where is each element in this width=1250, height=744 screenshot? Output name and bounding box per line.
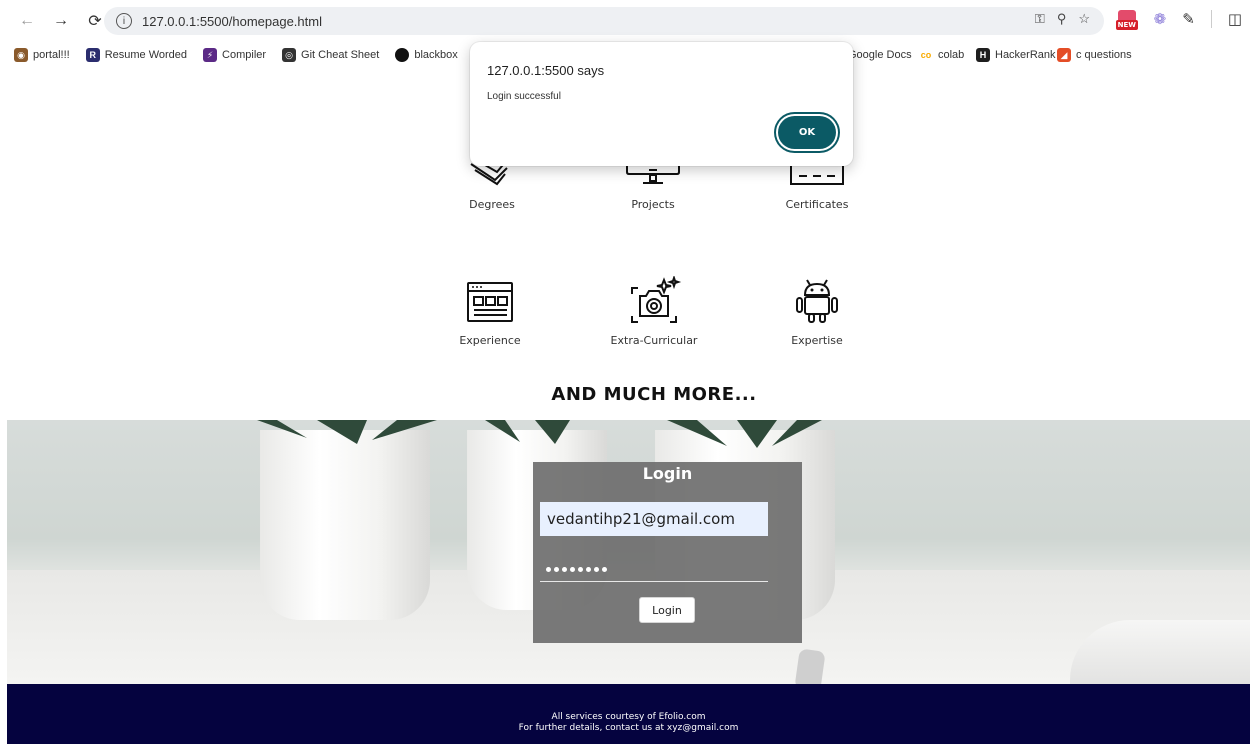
login-title: Login [642,464,693,483]
password-dot [594,567,599,572]
bookmark-label: c questions [1076,49,1132,61]
bookmark-label: HackerRank [995,49,1056,61]
login-form: Login vedantihp21@gmail.com Login [533,462,802,643]
bookmark-star-icon[interactable]: ☆ [1078,11,1090,27]
circle-icon [395,48,410,62]
password-dot [602,567,607,572]
feature-label: Expertise [791,334,843,347]
bookmark-item[interactable]: ⚡ Compiler [203,48,266,62]
feature-label: Extra-Curricular [610,334,698,347]
feature-label: Experience [459,334,521,347]
feature-experience[interactable]: Experience [410,280,570,347]
book-decoration [1070,620,1250,684]
pen-decoration [794,648,826,684]
plant-leaves [257,420,437,444]
cat-icon: ◉ [14,48,28,62]
extensions-puzzle-icon[interactable]: ✎ [1182,10,1195,28]
plant-pot [260,430,430,620]
zoom-icon[interactable]: ⚲ [1057,11,1067,27]
bookmark-item[interactable]: ◉ portal!!! [14,48,70,62]
password-dot [546,567,551,572]
bookmark-label: Git Cheat Sheet [301,49,380,61]
feature-expertise[interactable]: Expertise [737,276,897,347]
bookmark-item[interactable]: Google Docs [848,49,912,61]
browser-toolbar: ← → ⟳ i 127.0.0.1:5500/homepage.html ⚿ ⚲… [0,0,1250,42]
bookmark-item[interactable]: R Resume Worded [85,48,188,62]
bookmark-item[interactable]: ◢ c questions [1057,48,1132,62]
bookmark-label: Google Docs [848,49,912,61]
bookmark-label: Resume Worded [104,49,188,61]
c-icon: ◢ [1057,48,1071,62]
side-panel-icon[interactable]: ◫ [1228,10,1242,28]
toolbar-divider [1210,10,1212,28]
bookmark-label: colab [938,49,965,61]
android-icon [796,279,838,323]
password-key-icon[interactable]: ⚿ [1035,11,1045,27]
bolt-icon: ⚡ [203,48,218,62]
alert-ok-button[interactable]: OK [778,116,836,149]
feature-label: Certificates [785,198,849,211]
feature-label: Projects [631,198,675,211]
bookmark-item[interactable]: co colab [919,48,965,62]
browser-window-icon [467,282,513,322]
hackerrank-icon: H [976,48,990,62]
alert-title: 127.0.0.1:5500 says [487,63,605,78]
much-more-heading: AND MUCH MORE... [551,384,757,405]
footer-contact: For further details, contact us at xyz@g… [518,723,739,733]
plant-leaves [667,420,822,448]
password-dot [562,567,567,572]
plant-leaves [485,420,570,444]
feature-extra-curricular[interactable]: Extra-Curricular [574,276,734,347]
footer-credit: All services courtesy of Efolio.com [551,712,706,722]
bookmark-item[interactable]: ◎ Git Cheat Sheet [282,48,379,62]
bookmark-label: Compiler [222,49,267,61]
site-info-icon[interactable]: i [116,13,132,29]
bookmark-label: portal!!! [33,49,70,61]
bookmark-item[interactable]: blackbox [395,48,458,62]
forward-icon[interactable]: → [48,8,74,34]
password-dot [554,567,559,572]
extension-gear-icon[interactable]: ❁ [1154,10,1167,28]
r-icon: R [85,48,100,62]
password-dot [586,567,591,572]
colab-icon: co [920,50,932,60]
login-button[interactable]: Login [639,597,695,623]
camera-icon [631,276,682,323]
password-dot [570,567,575,572]
alert-message: Login successful [487,91,561,102]
password-input[interactable] [540,558,768,582]
extension-new-icon[interactable]: NEW [1115,8,1139,30]
new-badge: NEW [1115,20,1139,30]
password-dot [578,567,583,572]
feature-label: Degrees [469,198,515,211]
footer: All services courtesy of Efolio.com For … [7,684,1250,744]
bookmark-item[interactable]: H HackerRank [976,48,1056,62]
url-text: 127.0.0.1:5500/homepage.html [142,13,322,29]
alert-dialog: 127.0.0.1:5500 says Login successful OK [470,42,853,166]
email-input[interactable]: vedantihp21@gmail.com [540,502,768,536]
address-bar[interactable]: i 127.0.0.1:5500/homepage.html ⚿ ⚲ ☆ [104,7,1104,35]
back-icon[interactable]: ← [14,8,40,34]
globe-icon: ◎ [282,48,297,62]
bookmark-label: blackbox [414,49,458,61]
